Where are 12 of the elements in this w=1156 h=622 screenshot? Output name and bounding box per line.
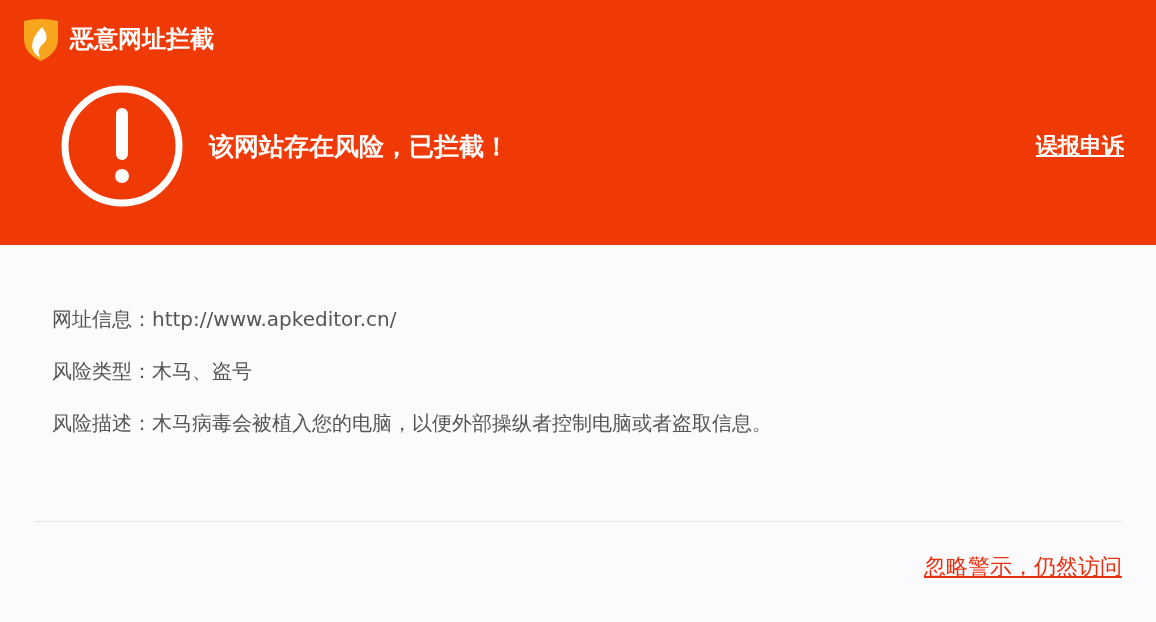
detail-value: http://www.apkeditor.cn/ [152, 307, 397, 331]
ignore-warning-link[interactable]: 忽略警示，仍然访问 [924, 554, 1122, 579]
warning-icon [60, 84, 184, 208]
detail-label: 风险类型： [52, 357, 152, 385]
blocked-message: 该网站存在风险，已拦截！ [209, 130, 510, 163]
detail-label: 风险描述： [52, 409, 152, 437]
detail-label: 网址信息： [52, 305, 152, 333]
detail-value: 木马、盗号 [152, 357, 252, 385]
appeal-link[interactable]: 误报申诉 [1036, 131, 1124, 161]
app-title: 恶意网址拦截 [70, 24, 214, 55]
shield-flame-icon [22, 17, 60, 61]
detail-value: 木马病毒会被植入您的电脑，以便外部操纵者控制电脑或者盗取信息。 [152, 409, 772, 437]
